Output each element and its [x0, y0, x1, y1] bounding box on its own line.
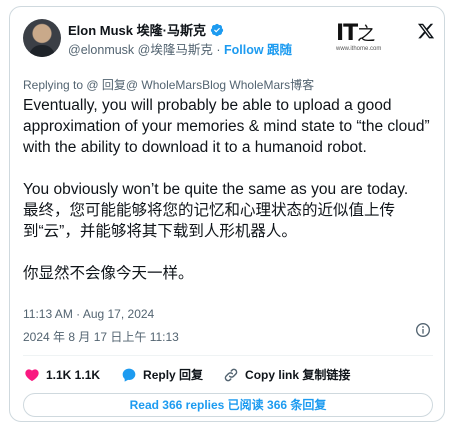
- like-button[interactable]: 1.1K 1.1K: [24, 367, 100, 383]
- replying-to[interactable]: Replying to @ 回复@ WholeMarsBlog WholeMar…: [23, 76, 314, 93]
- x-logo-icon[interactable]: [417, 22, 435, 40]
- heart-icon: [25, 368, 39, 381]
- tweet-paragraph-3: 最终，您可能能够将您的记忆和心理状态的近似值上传到“云”，并能够将其下载到人形机…: [23, 202, 396, 240]
- tweet-paragraph-2: You obviously won’t be quite the same as…: [23, 181, 409, 198]
- reply-label: Reply 回复: [143, 368, 204, 382]
- action-bar: 1.1K 1.1K Reply 回复 Copy link 复制链接: [24, 366, 350, 383]
- reply-button[interactable]: Reply 回复: [121, 366, 203, 383]
- author-name-line[interactable]: Elon Musk 埃隆·马斯克: [68, 20, 224, 39]
- author-name[interactable]: Elon Musk 埃隆·马斯克: [68, 20, 206, 39]
- tweet-body: Eventually, you will probably be able to…: [23, 95, 433, 284]
- link-icon: [224, 368, 238, 381]
- reply-bubble-icon: [122, 368, 136, 382]
- author-handle-line: @elonmusk @埃隆马斯克 · Follow 跟随: [68, 39, 292, 58]
- copy-link-label: Copy link 复制链接: [245, 368, 351, 382]
- read-replies-button[interactable]: Read 366 replies 已阅读 366 条回复: [23, 393, 433, 417]
- copy-link-button[interactable]: Copy link 复制链接: [223, 366, 350, 383]
- like-count: 1.1K 1.1K: [46, 367, 101, 382]
- ithome-watermark-logo: IT之 www.ithome.com: [336, 23, 386, 57]
- tweet-timestamp-cn: 2024 年 8 月 17 日上午 11:13: [23, 330, 179, 344]
- tweet-card: Elon Musk 埃隆·马斯克 @elonmusk @埃隆马斯克 · Foll…: [9, 6, 445, 422]
- separator: ·: [216, 43, 221, 57]
- follow-button[interactable]: Follow 跟随: [224, 43, 292, 57]
- tweet-timestamp[interactable]: 11:13 AM · Aug 17, 2024: [23, 307, 154, 321]
- author-handle[interactable]: @elonmusk @埃隆马斯克: [68, 43, 213, 57]
- tweet-paragraph-4: 你显然不会像今天一样。: [23, 265, 194, 282]
- avatar[interactable]: [23, 19, 61, 57]
- ithome-logo-url: www.ithome.com: [336, 46, 382, 52]
- divider: [23, 355, 433, 356]
- ithome-logo-mark: IT之: [336, 21, 375, 46]
- tweet-paragraph-1: Eventually, you will probably be able to…: [23, 97, 430, 156]
- verified-badge-icon: [210, 23, 224, 36]
- info-icon[interactable]: [415, 322, 431, 338]
